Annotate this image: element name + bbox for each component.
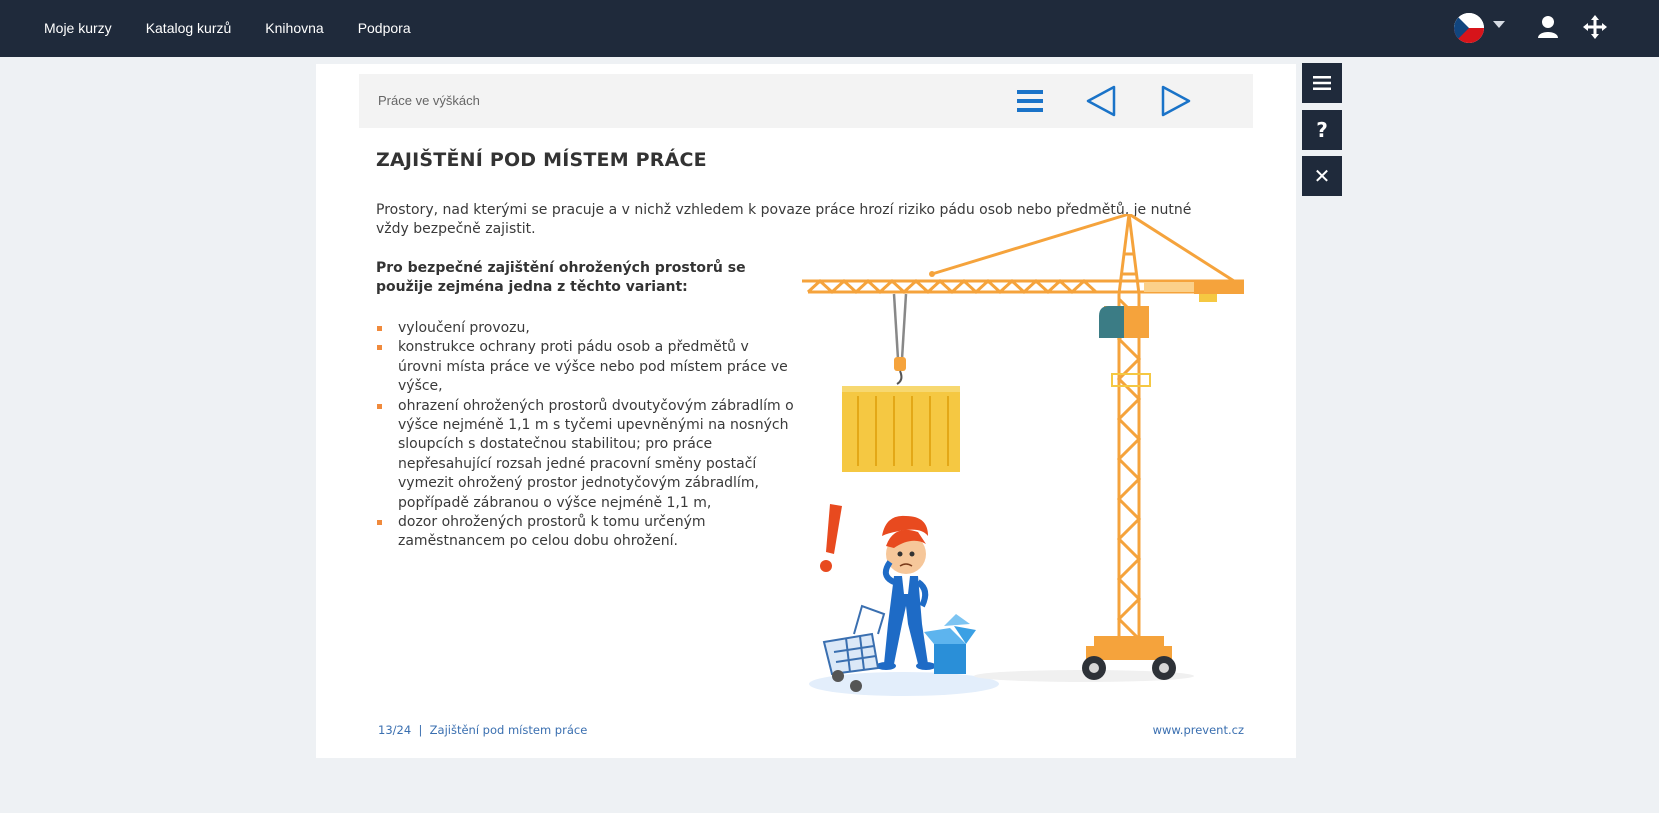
move-arrows-icon[interactable] xyxy=(1582,14,1608,40)
slide-footer-location: 13/24 | Zajištění pod místem práce xyxy=(378,723,587,737)
main-nav: Moje kurzy Katalog kurzů Knihovna Podpor… xyxy=(27,0,428,55)
help-button[interactable]: ? xyxy=(1302,110,1342,150)
close-button[interactable]: ✕ xyxy=(1302,156,1342,196)
list-item: ohrazení ohrožených prostorů dvoutyčovým… xyxy=(376,397,796,513)
triangle-right-icon xyxy=(1161,85,1191,117)
side-menu-button[interactable] xyxy=(1302,63,1342,103)
nav-knihovna[interactable]: Knihovna xyxy=(248,20,340,36)
top-navigation-bar: Moje kurzy Katalog kurzů Knihovna Podpor… xyxy=(0,0,1659,57)
crane-worker-illustration xyxy=(802,214,1244,696)
nav-moje-kurzy[interactable]: Moje kurzy xyxy=(27,20,129,36)
previous-slide-button[interactable] xyxy=(1082,82,1122,120)
slide-heading: ZAJIŠTĚNÍ POD MÍSTEM PRÁCE xyxy=(376,149,707,171)
list-item: konstrukce ochrany proti pádu osob a pře… xyxy=(376,338,796,396)
course-title: Práce ve výškách xyxy=(378,93,480,108)
nav-katalog-kurzu[interactable]: Katalog kurzů xyxy=(129,20,249,36)
hamburger-icon xyxy=(1313,76,1331,90)
variants-list: vyloučení provozu, konstrukce ochrany pr… xyxy=(376,319,796,552)
section-name: Zajištění pod místem práce xyxy=(429,723,588,737)
language-dropdown-chevron-icon[interactable] xyxy=(1493,21,1505,28)
list-item: vyloučení provozu, xyxy=(376,319,796,338)
lesson-menu-button[interactable] xyxy=(1009,82,1049,120)
czech-flag-icon[interactable] xyxy=(1454,13,1484,43)
lesson-toolbar: Práce ve výškách xyxy=(359,74,1253,128)
lesson-panel: Práce ve výškách ZAJIŠTĚNÍ POD MÍSTEM PR… xyxy=(316,64,1296,758)
site-link[interactable]: www.prevent.cz xyxy=(1153,723,1244,737)
page-counter: 13/24 xyxy=(378,723,412,737)
close-icon: ✕ xyxy=(1313,164,1331,188)
user-icon[interactable] xyxy=(1535,14,1561,40)
triangle-left-icon xyxy=(1086,85,1116,117)
nav-podpora[interactable]: Podpora xyxy=(341,20,428,36)
hamburger-icon xyxy=(1017,90,1043,112)
question-mark-icon: ? xyxy=(1316,118,1328,142)
variants-subheading: Pro bezpečné zajištění ohrožených prosto… xyxy=(376,260,746,295)
list-item: dozor ohrožených prostorů k tomu určeným… xyxy=(376,513,796,552)
footer-separator: | xyxy=(418,723,423,737)
next-slide-button[interactable] xyxy=(1155,82,1195,120)
